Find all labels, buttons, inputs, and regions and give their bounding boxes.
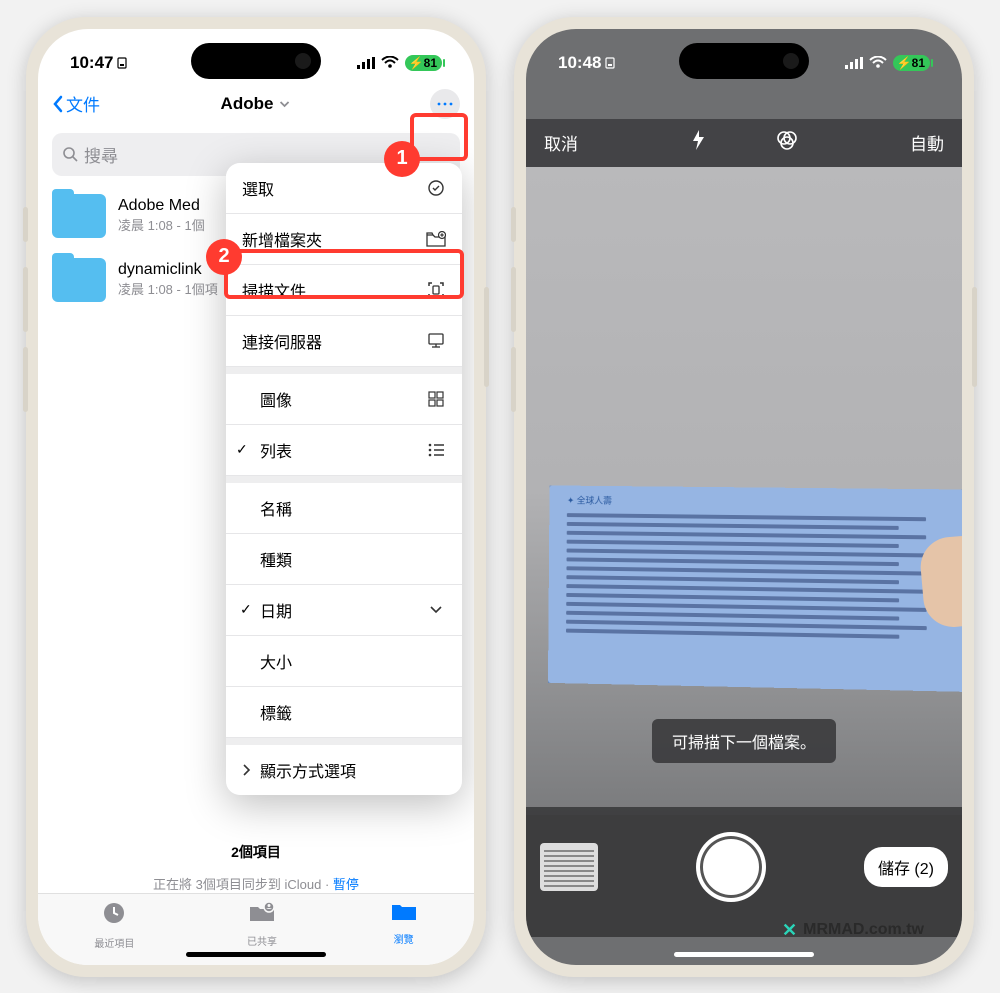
- menu-view-grid[interactable]: 圖像: [226, 374, 462, 425]
- chevron-down-icon: [426, 605, 446, 615]
- chevron-right-icon: [242, 763, 252, 777]
- status-time: 10:48: [558, 53, 615, 73]
- menu-sort-date[interactable]: 日期: [226, 585, 462, 636]
- clock-icon: [101, 900, 127, 933]
- signal-icon: [357, 57, 375, 69]
- phone-left: 10:47 ⚡81 文件 Adobe 搜尋 Adobe Med凌晨 1:08 -…: [26, 17, 486, 977]
- scan-icon: [426, 281, 446, 299]
- menu-sort-size[interactable]: 大小: [226, 636, 462, 687]
- folder-icon: [390, 900, 418, 929]
- menu-new-folder[interactable]: 新增檔案夾: [226, 214, 462, 265]
- sync-pause-link[interactable]: 暫停: [333, 877, 359, 892]
- more-menu-button[interactable]: [430, 89, 460, 119]
- scan-thumbnail[interactable]: [540, 843, 598, 891]
- home-indicator[interactable]: [674, 952, 814, 957]
- menu-scan-document[interactable]: 掃描文件: [226, 265, 462, 316]
- tab-recent[interactable]: 最近項目: [94, 900, 134, 950]
- item-count: 2個項目: [38, 842, 474, 862]
- screen-scanner: 10:48 ⚡81 取消 自動 ✦ 全球人壽 可掃描下一個檔案。: [526, 29, 962, 965]
- callout-number-1: 1: [384, 141, 420, 177]
- menu-display-options[interactable]: 顯示方式選項: [226, 745, 462, 795]
- wifi-icon: [381, 56, 399, 69]
- shared-folder-icon: [248, 900, 276, 931]
- signal-icon: [845, 57, 863, 69]
- search-icon: [62, 146, 78, 162]
- cancel-button[interactable]: 取消: [544, 130, 578, 155]
- auto-mode-button[interactable]: 自動: [910, 130, 944, 155]
- save-button[interactable]: 儲存 (2): [864, 847, 948, 887]
- screen-files: 10:47 ⚡81 文件 Adobe 搜尋 Adobe Med凌晨 1:08 -…: [38, 29, 474, 965]
- home-indicator[interactable]: [186, 952, 326, 957]
- context-menu: 選取 新增檔案夾 掃描文件 連接伺服器 圖像 列表 名稱 種類 日期 大小 標籤…: [226, 163, 462, 795]
- scanner-bottom-bar: 儲存 (2): [526, 807, 962, 937]
- server-icon: [426, 332, 446, 350]
- folder-plus-icon: [426, 231, 446, 247]
- menu-sort-tag[interactable]: 標籤: [226, 687, 462, 738]
- document-preview: ✦ 全球人壽: [548, 485, 962, 691]
- folder-icon: [52, 194, 106, 238]
- tab-shared[interactable]: 已共享: [247, 900, 277, 948]
- status-time: 10:47: [70, 53, 127, 73]
- battery-icon: ⚡81: [893, 55, 930, 71]
- folder-icon: [52, 258, 106, 302]
- back-button[interactable]: 文件: [52, 91, 100, 116]
- list-footer: 2個項目 正在將 3個項目同步到 iCloud · 暫停: [38, 842, 474, 893]
- camera-viewport: ✦ 全球人壽: [526, 167, 962, 815]
- select-icon: [426, 179, 446, 197]
- search-placeholder: 搜尋: [84, 142, 118, 167]
- callout-number-2: 2: [206, 239, 242, 275]
- wifi-icon: [869, 56, 887, 69]
- list-icon: [426, 443, 446, 457]
- phone-right: 10:48 ⚡81 取消 自動 ✦ 全球人壽 可掃描下一個檔案。: [514, 17, 974, 977]
- grid-icon: [426, 391, 446, 407]
- menu-select[interactable]: 選取: [226, 163, 462, 214]
- menu-view-list[interactable]: 列表: [226, 425, 462, 476]
- watermark-icon: ✕: [782, 920, 797, 941]
- battery-icon: ⚡81: [405, 55, 442, 71]
- watermark: ✕ MRMAD.com.tw: [782, 920, 924, 941]
- filter-button[interactable]: [776, 129, 798, 156]
- filter-icon: [776, 129, 798, 151]
- sync-status: 正在將 3個項目同步到 iCloud · 暫停: [38, 874, 474, 893]
- nav-title[interactable]: Adobe: [221, 94, 292, 114]
- scan-toast: 可掃描下一個檔案。: [652, 719, 836, 763]
- menu-connect-server[interactable]: 連接伺服器: [226, 316, 462, 367]
- flash-icon: [690, 129, 706, 151]
- menu-sort-kind[interactable]: 種類: [226, 534, 462, 585]
- flash-button[interactable]: [690, 129, 706, 156]
- scanner-toolbar: 取消 自動: [526, 119, 962, 167]
- shutter-button[interactable]: [696, 832, 766, 902]
- menu-sort-name[interactable]: 名稱: [226, 483, 462, 534]
- tab-browse[interactable]: 瀏覽: [390, 900, 418, 946]
